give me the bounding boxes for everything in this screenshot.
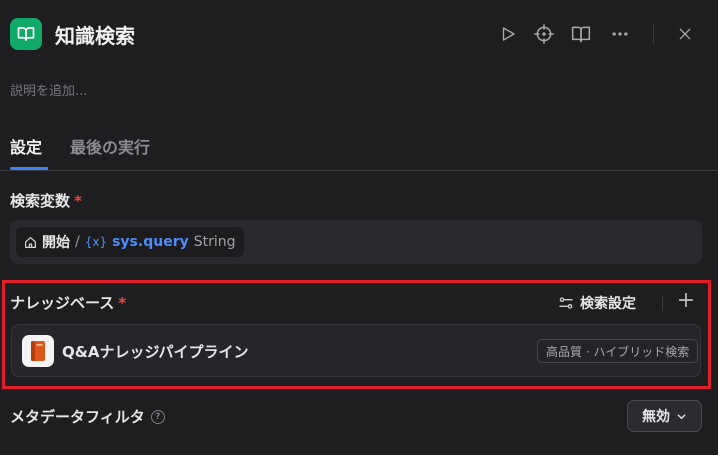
app-icon [10,18,42,50]
knowledge-item-name: Q&Aナレッジパイプライン [62,343,249,361]
variable-chip[interactable]: 開始 / {x} sys.query String [16,227,244,257]
kb-actions-divider [662,295,663,311]
description-input[interactable]: 説明を追加... [10,80,87,99]
book-open-icon [17,27,35,41]
metadata-filter-value: 無効 [642,409,670,425]
help-icon[interactable]: ? [150,409,165,424]
add-knowledge-button[interactable]: + [676,290,696,312]
more-horizontal-icon [612,32,628,36]
variable-name: sys.query [112,234,189,250]
close-icon [679,28,691,40]
metadata-filter-label-text: メタデータフィルタ [10,408,145,426]
retrieval-settings-label: 検索設定 [580,296,636,312]
tab-settings[interactable]: 設定 [10,134,42,158]
search-variable-label-text: 検索変数 [10,192,71,210]
book-icon [571,26,591,43]
knowledge-base-label-text: ナレッジベース [10,294,115,312]
knowledge-item-badge: 高品質 · ハイブリッド検索 [537,339,699,363]
variable-node-name: 開始 [42,235,70,251]
knowledge-book-icon [22,335,54,367]
chevron-down-icon [677,413,686,419]
variable-type: String [193,234,236,250]
header-divider [653,24,654,44]
metadata-filter-label: メタデータフィルタ ? [10,406,165,427]
metadata-filter-select[interactable]: 無効 [627,400,702,432]
run-button[interactable] [496,22,520,46]
search-variable-label: 検索変数 * [10,190,82,211]
close-button[interactable] [673,22,697,46]
required-mark: * [118,294,127,312]
tab-last-run[interactable]: 最後の実行 [70,134,150,158]
home-icon [25,236,36,248]
more-button[interactable] [608,22,632,46]
locate-button[interactable] [532,22,556,46]
knowledge-base-label: ナレッジベース * [10,292,126,313]
variable-separator: / [75,234,80,250]
play-icon [502,27,515,41]
book-icon [31,341,45,361]
retrieval-settings-button[interactable]: 検索設定 [558,293,636,313]
docs-button[interactable] [569,22,593,46]
required-mark: * [74,192,82,210]
crosshair-icon [534,24,554,44]
settings-sliders-icon [559,297,573,309]
tab-divider [0,170,718,171]
page-title: 知識検索 [55,24,135,48]
variable-icon: {x} [84,235,108,249]
